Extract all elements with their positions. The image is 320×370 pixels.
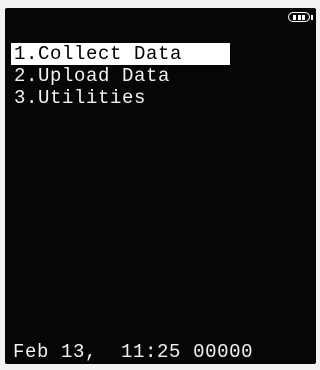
status-bar: Feb 13, 11:25 00000 (13, 341, 253, 363)
record-counter: 00000 (193, 341, 254, 363)
battery-tip (311, 14, 313, 20)
menu-item-upload-data[interactable]: 2.Upload Data (11, 65, 271, 87)
menu-item-utilities[interactable]: 3.Utilities (11, 87, 271, 109)
status-date: Feb 13, (13, 341, 98, 363)
battery-cell (302, 14, 305, 20)
menu-item-collect-data[interactable]: 1.Collect Data (11, 43, 230, 65)
battery-cell (293, 14, 296, 20)
status-time: 11:25 (121, 341, 182, 363)
battery-icon (288, 11, 314, 23)
terminal-screen: 1.Collect Data 2.Upload Data 3.Utilities… (5, 8, 316, 364)
device-frame: 1.Collect Data 2.Upload Data 3.Utilities… (0, 0, 320, 370)
main-menu: 1.Collect Data 2.Upload Data 3.Utilities (11, 43, 271, 109)
battery-cell (297, 14, 301, 20)
battery-body (288, 12, 310, 22)
